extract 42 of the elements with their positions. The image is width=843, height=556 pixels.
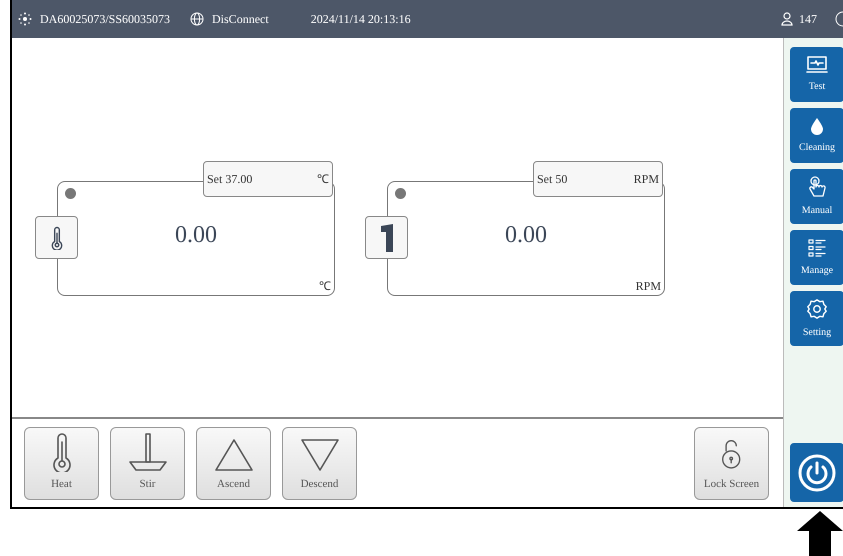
user-icon xyxy=(781,12,793,26)
tool-button[interactable]: Stir xyxy=(110,426,185,500)
reading-value: 0.00 xyxy=(505,223,547,247)
unlocked-padlock-icon xyxy=(721,439,742,470)
nav-button[interactable]: Test xyxy=(790,47,843,102)
setpoint-button[interactable]: Set 37.00 ℃ xyxy=(203,161,333,197)
date-time: 2024/11/14 20:13:16 xyxy=(310,11,411,28)
power-icon xyxy=(797,452,837,492)
thermometer-icon xyxy=(50,226,64,250)
up-arrow-icon xyxy=(797,511,843,556)
device-id: DA60025073/SS60035073 xyxy=(40,11,170,28)
tool-button[interactable]: Lock Screen xyxy=(694,426,769,500)
setpoint-value: Set 50 xyxy=(537,171,568,188)
hand-pointer-icon xyxy=(807,176,827,198)
mode-button[interactable] xyxy=(35,216,78,259)
stirrer-icon xyxy=(128,432,168,472)
setpoint-unit: RPM xyxy=(634,171,659,188)
tool-button[interactable]: Heat xyxy=(24,426,99,500)
reading-unit: ℃ xyxy=(319,278,331,295)
settings-icon xyxy=(806,298,828,320)
mode-button[interactable] xyxy=(365,216,408,259)
user-count: 147 xyxy=(799,11,818,28)
setpoint-value: Set 37.00 xyxy=(207,171,252,188)
globe-icon xyxy=(190,12,204,26)
monitor-pulse-icon xyxy=(806,56,828,74)
droplet-icon xyxy=(810,116,824,134)
network-nodes-icon xyxy=(18,12,32,26)
nav-button[interactable]: Cleaning xyxy=(790,108,843,163)
reading-unit: RPM xyxy=(636,278,661,295)
triangle-down-icon xyxy=(300,438,340,472)
nav-button[interactable]: Setting xyxy=(790,291,843,346)
reading-value: 0.00 xyxy=(175,223,217,247)
triangle-up-icon xyxy=(214,438,254,472)
tool-button[interactable]: Ascend xyxy=(196,426,271,500)
setpoint-unit: ℃ xyxy=(317,171,329,188)
power-button[interactable] xyxy=(790,443,843,502)
nav-button[interactable]: Manage xyxy=(790,230,843,285)
list-icon xyxy=(807,238,827,258)
setpoint-button[interactable]: Set 50 RPM xyxy=(533,161,663,197)
connection-status: DisConnect xyxy=(212,11,269,28)
nav-button[interactable]: Manual xyxy=(790,169,843,224)
tool-button[interactable]: Descend xyxy=(282,426,357,500)
